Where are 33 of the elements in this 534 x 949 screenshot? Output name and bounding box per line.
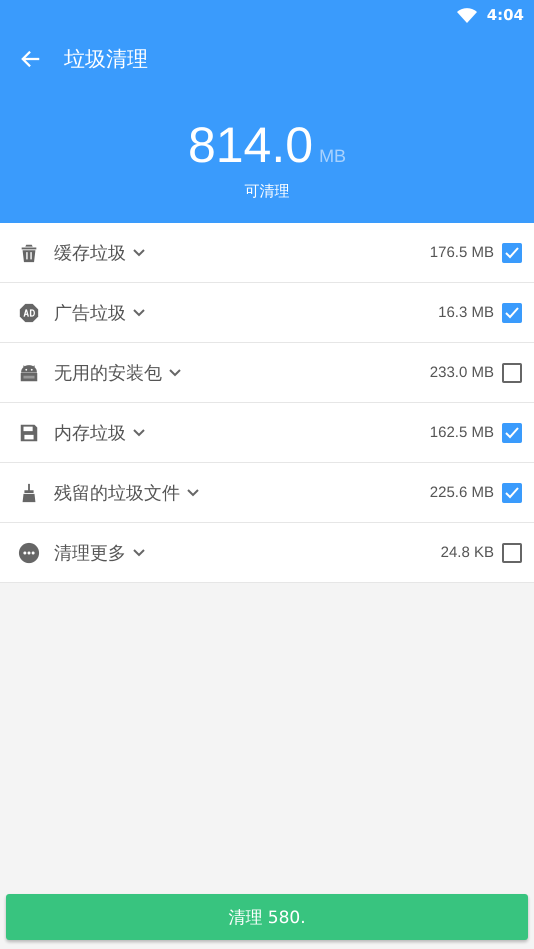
chevron-down-icon[interactable]	[132, 548, 146, 558]
chevron-down-icon[interactable]	[132, 308, 146, 318]
checkbox[interactable]	[502, 542, 522, 562]
checkbox[interactable]	[502, 482, 522, 502]
wifi-icon	[456, 8, 477, 22]
back-arrow-icon[interactable]	[20, 48, 42, 70]
more-icon	[18, 542, 40, 564]
category-size: 162.5 MB	[430, 424, 494, 441]
category-label[interactable]: 内存垃圾	[54, 420, 126, 444]
category-label[interactable]: 清理更多	[54, 540, 126, 564]
checkbox[interactable]	[502, 242, 522, 262]
chevron-down-icon[interactable]	[186, 488, 200, 498]
category-label[interactable]: 广告垃圾	[54, 300, 126, 324]
ad-icon	[18, 302, 40, 324]
category-size: 233.0 MB	[430, 364, 494, 381]
chevron-down-icon[interactable]	[132, 428, 146, 438]
amount-unit: MB	[319, 146, 346, 167]
checkbox[interactable]	[502, 362, 522, 382]
amount-caption: 可清理	[244, 182, 290, 201]
page-title: 垃圾清理	[64, 46, 148, 73]
category-label[interactable]: 无用的安装包	[54, 360, 162, 384]
chevron-down-icon[interactable]	[132, 248, 146, 258]
category-size: 16.3 MB	[438, 304, 494, 321]
junk-amount: 814.0	[188, 116, 314, 174]
chevron-down-icon[interactable]	[168, 368, 182, 378]
category-label[interactable]: 残留的垃圾文件	[54, 480, 180, 504]
category-size: 225.6 MB	[430, 484, 494, 501]
category-size: 24.8 KB	[440, 544, 494, 561]
checkbox[interactable]	[502, 422, 522, 442]
checkbox[interactable]	[502, 302, 522, 322]
category-label[interactable]: 缓存垃圾	[54, 240, 126, 264]
category-size: 176.5 MB	[430, 244, 494, 261]
status-time: 4:04	[486, 6, 524, 24]
